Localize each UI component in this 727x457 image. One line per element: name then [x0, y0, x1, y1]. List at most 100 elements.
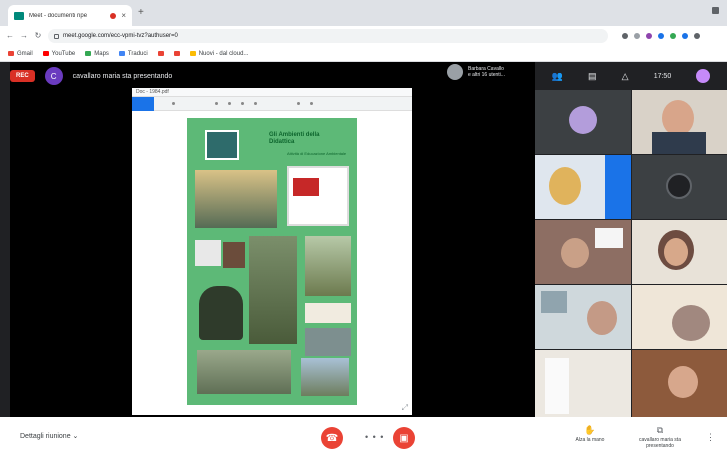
chat-icon[interactable]: ▤ — [588, 71, 597, 82]
meet-tab[interactable]: Meet - documenti ripe × — [8, 5, 132, 26]
panel-header: 👥 ▤ △ 17:50 — [535, 62, 727, 90]
pinned-participant[interactable]: Barbara Cavallo e altri 16 utenti... — [447, 64, 505, 80]
forward-button[interactable]: → — [20, 32, 28, 40]
self-avatar[interactable] — [696, 69, 711, 83]
profile-icon[interactable] — [694, 33, 700, 39]
bookmark-item[interactable]: Gmail — [8, 51, 33, 57]
browser-tab-strip: Meet - documenti ripe × + — [0, 0, 727, 26]
logo-image — [205, 130, 239, 160]
participant-tile[interactable] — [535, 285, 631, 349]
back-button[interactable]: ← — [6, 32, 14, 40]
participant-tile[interactable] — [535, 155, 631, 219]
people-icon[interactable]: 👥 — [552, 71, 563, 82]
more-options-icon[interactable]: • • • — [365, 432, 384, 442]
doc-more-icon[interactable] — [297, 102, 300, 105]
cave-photo — [199, 286, 243, 340]
chevron-down-icon: ⌄ — [72, 433, 79, 440]
participant-tile[interactable] — [632, 285, 727, 349]
doc-print-icon[interactable] — [228, 102, 231, 105]
presenter-avatar: C — [44, 67, 63, 85]
participant-tile[interactable] — [632, 220, 727, 284]
bookmark-item[interactable]: Traduci — [118, 51, 148, 57]
bookmark-item[interactable]: Maps — [85, 51, 109, 57]
screen-share-icon: ⧉ — [656, 425, 664, 435]
more-icon[interactable]: ⋮ — [706, 432, 715, 443]
shared-document: Doc - 1984.pdf Gli Ambienti della Didatt… — [132, 88, 412, 415]
window-menu-icon[interactable] — [712, 7, 719, 14]
participant-tile[interactable] — [535, 90, 631, 154]
hand-icon: ✋ — [584, 425, 596, 435]
doc-search-icon[interactable] — [215, 102, 218, 105]
tab-close-icon[interactable]: × — [121, 11, 126, 20]
extension-green-icon[interactable] — [670, 33, 676, 39]
poster-title: Gli Ambienti della Didattica — [269, 132, 320, 145]
extensions-area — [622, 33, 700, 39]
participant-tile[interactable] — [632, 155, 727, 219]
hikers-photo — [197, 350, 291, 394]
url-text: meet.google.com/ecc-vpmi-tvz?authuser=0 — [63, 33, 178, 39]
extension-blue-icon[interactable] — [658, 33, 664, 39]
raise-hand-label: Alza la mano — [575, 436, 605, 443]
participant-avatar — [666, 173, 692, 199]
presenting-now-label: cavallaro maria sta presentando — [639, 436, 681, 450]
extension-blue2-icon[interactable] — [682, 33, 688, 39]
bookmark-item[interactable]: YouTube — [42, 51, 75, 57]
expand-icon[interactable]: ⤢ — [402, 403, 408, 413]
reload-button[interactable]: ↻ — [34, 32, 42, 40]
browser-toolbar: ← → ↻ meet.google.com/ecc-vpmi-tvz?authu… — [0, 26, 727, 46]
meet-favicon-icon — [14, 11, 24, 20]
participant-tile[interactable] — [632, 90, 727, 154]
present-now-button[interactable]: ▣ — [393, 427, 415, 449]
valley-photo — [301, 358, 349, 396]
bookmark-red-icon — [157, 51, 164, 56]
raise-hand-button[interactable]: ✋ Alza la mano — [560, 425, 620, 443]
document-toolbar — [132, 96, 412, 111]
participants-panel: 👥 ▤ △ 17:50 — [535, 62, 727, 417]
meeting-details-button[interactable]: Dettagli riunione ⌄ — [20, 432, 78, 440]
participant-tile[interactable] — [535, 350, 631, 417]
recording-badge: REC — [10, 70, 35, 82]
group-photo — [195, 170, 277, 228]
lock-icon — [54, 33, 59, 39]
poster: Gli Ambienti della Didattica Attività di… — [187, 118, 357, 405]
thumb-photo — [223, 242, 245, 268]
tab-title: Meet - documenti ripe — [29, 12, 88, 19]
bookmarks-bar: Gmail YouTube Maps Traduci Nuovi - dal c… — [0, 46, 727, 62]
group2-photo — [305, 328, 351, 356]
call-controls: Dettagli riunione ⌄ ☎ • • • ▣ ✋ Alza la … — [0, 417, 727, 457]
extension-purple-icon[interactable] — [646, 33, 652, 39]
address-bar[interactable]: meet.google.com/ecc-vpmi-tvz?authuser=0 — [48, 29, 608, 43]
pinned-sub: e altri 16 utenti... — [468, 72, 505, 78]
doc-zoom-icon[interactable] — [254, 102, 257, 105]
maps-icon — [85, 51, 92, 56]
bookmark-item[interactable] — [157, 51, 164, 56]
bookmark-item[interactable] — [173, 51, 180, 56]
meeting-details-label: Dettagli riunione — [20, 433, 71, 440]
poster-subtitle: Attività di Educazione Ambientale — [287, 151, 347, 156]
forest-path-photo — [249, 236, 297, 344]
folder-icon — [189, 51, 196, 56]
new-tab-button[interactable]: + — [138, 8, 144, 18]
chart-photo — [305, 303, 351, 323]
doc-menu-icon[interactable] — [310, 102, 313, 105]
presenting-now-button[interactable]: ⧉ cavallaro maria sta presentando — [630, 425, 690, 450]
youtube-icon — [42, 51, 49, 56]
activities-icon[interactable]: △ — [622, 71, 629, 82]
pinned-name: Barbara Cavallo — [468, 65, 504, 72]
doc-tool-icon[interactable] — [172, 102, 175, 105]
end-call-button[interactable]: ☎ — [321, 427, 343, 449]
doc-download-icon[interactable] — [241, 102, 244, 105]
doc-home-button[interactable] — [132, 96, 154, 111]
participant-tile[interactable] — [632, 350, 727, 417]
pinned-avatar — [447, 64, 463, 80]
extension-icon[interactable] — [634, 33, 640, 39]
participant-tile[interactable] — [535, 220, 631, 284]
thumb-photo — [195, 240, 221, 266]
clock: 17:50 — [653, 72, 672, 80]
landscape-photo — [305, 236, 351, 296]
bookmark-item[interactable]: Nuovi - dal cloud... — [189, 51, 248, 57]
recording-dot-icon — [110, 12, 117, 19]
star-icon[interactable] — [622, 33, 628, 39]
participant-avatar — [569, 106, 597, 134]
translate-icon — [118, 51, 125, 56]
